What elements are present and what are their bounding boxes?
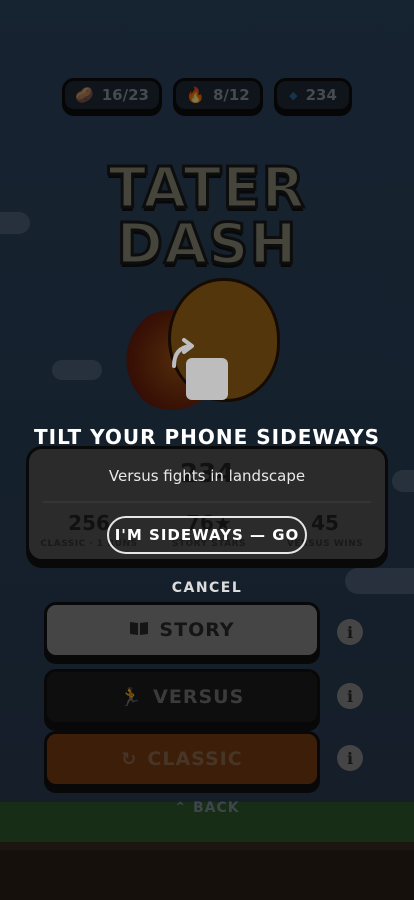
- rotate-prompt-title: TILT YOUR PHONE SIDEWAYS: [34, 425, 380, 449]
- rotate-prompt-overlay: [0, 0, 414, 900]
- rotate-phone-icon: [168, 336, 232, 400]
- cancel-button[interactable]: CANCEL: [0, 580, 414, 596]
- confirm-sideways-button[interactable]: I'M SIDEWAYS — GO: [107, 516, 307, 554]
- rotate-prompt-subtitle: Versus fights in landscape: [108, 467, 306, 485]
